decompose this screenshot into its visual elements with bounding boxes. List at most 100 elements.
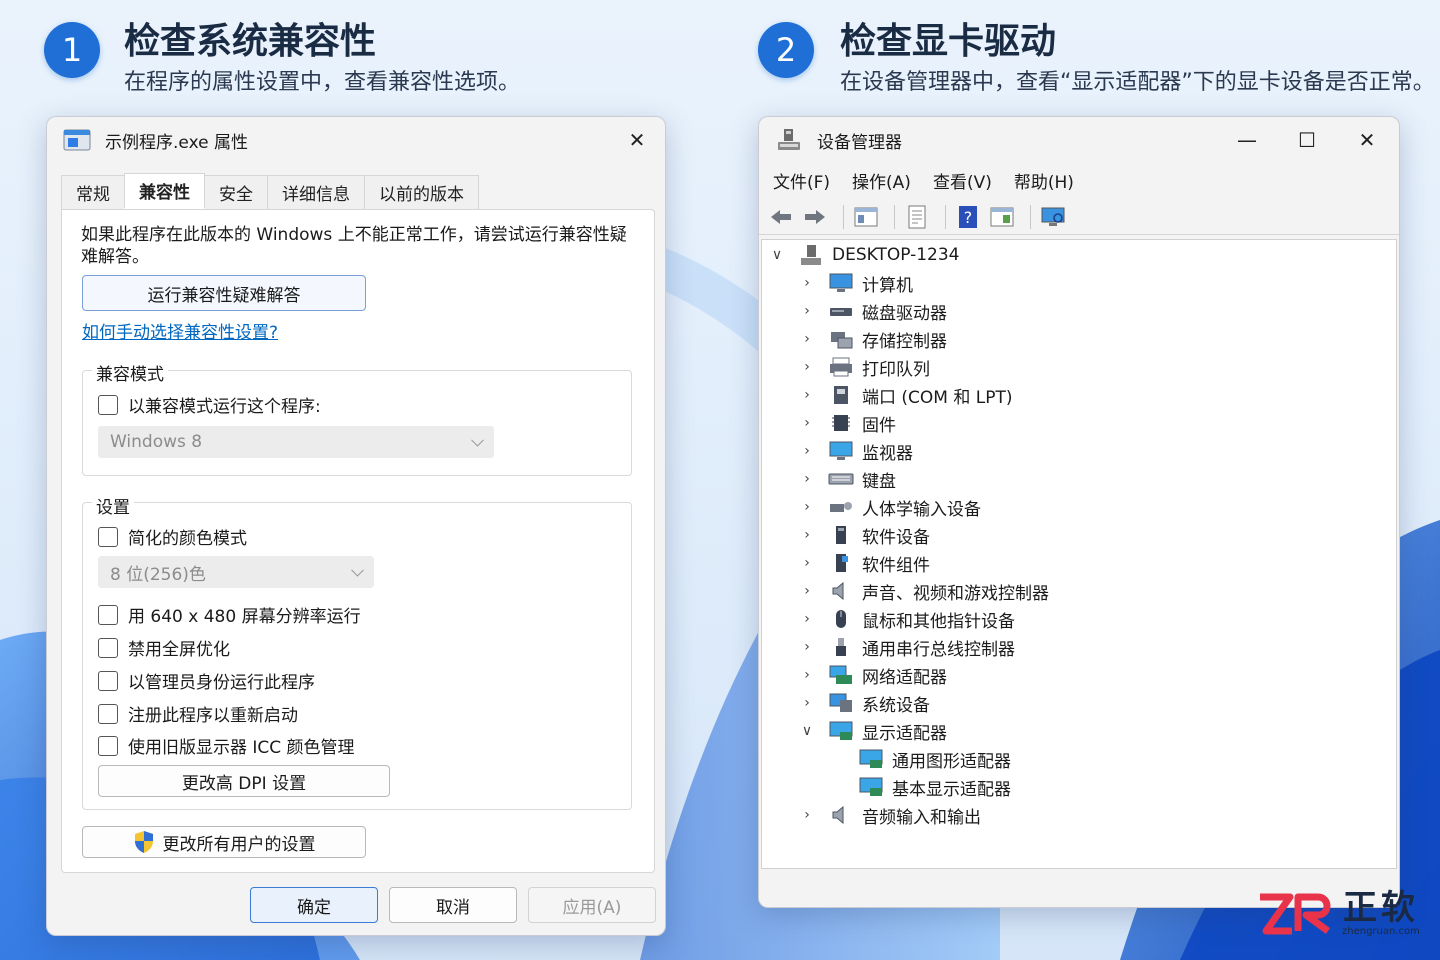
change-dpi-button[interactable]: 更改高 DPI 设置 (98, 765, 390, 797)
device-manager-window: 设备管理器 — ☐ ✕ 文件(F) 操作(A) 查看(V) 帮助(H) ? ∨ … (758, 116, 1400, 908)
compat-mode-checkbox[interactable]: 以兼容模式运行这个程序: (98, 392, 321, 417)
legacy-icc-checkbox[interactable]: 使用旧版显示器 ICC 颜色管理 (98, 733, 355, 758)
cancel-button[interactable]: 取消 (389, 887, 517, 923)
checkbox-box[interactable] (98, 394, 118, 415)
checkbox-box[interactable] (98, 637, 118, 658)
chevron-right-icon[interactable]: › (798, 443, 816, 459)
tree-category-node[interactable]: › 固件 (798, 410, 896, 436)
tree-category-node[interactable]: › 监视器 (798, 438, 913, 464)
properties-sheet-icon[interactable] (903, 204, 931, 230)
chevron-right-icon[interactable]: › (798, 807, 816, 823)
chevron-right-icon[interactable]: › (798, 471, 816, 487)
color-depth-select[interactable]: 8 位(256)色 (98, 556, 374, 588)
chevron-right-icon[interactable]: › (798, 415, 816, 431)
forward-arrow-icon[interactable] (801, 204, 829, 230)
chevron-right-icon[interactable]: › (798, 359, 816, 375)
maximize-button[interactable]: ☐ (1279, 117, 1335, 163)
help-icon[interactable]: ? (954, 204, 982, 230)
chevron-right-icon[interactable]: › (798, 331, 816, 347)
tree-category-node[interactable]: › 计算机 (798, 270, 913, 296)
print-queue-icon (828, 356, 854, 378)
run-as-admin-checkbox[interactable]: 以管理员身份运行此程序 (98, 668, 315, 693)
tree-category-node[interactable]: › 音频输入和输出 (798, 802, 981, 828)
tree-category-node[interactable]: › 端口 (COM 和 LPT) (798, 382, 1013, 408)
apply-button[interactable]: 应用(A) (528, 887, 656, 923)
chevron-right-icon[interactable]: › (798, 639, 816, 655)
chevron-right-icon[interactable]: › (798, 667, 816, 683)
ok-button[interactable]: 确定 (250, 887, 378, 923)
tab-general[interactable]: 常规 (61, 175, 125, 209)
tree-category-node[interactable]: › 软件设备 (798, 522, 930, 548)
tree-category-node[interactable]: › 存储控制器 (798, 326, 947, 352)
close-button[interactable]: ✕ (609, 117, 665, 163)
os-version-select[interactable]: Windows 8 (98, 426, 494, 458)
register-restart-checkbox[interactable]: 注册此程序以重新启动 (98, 701, 298, 726)
device-tree: ∨ DESKTOP-1234 › 计算机 › 磁盘驱动器 › 存储控制器 › 打印队列 › 端口 (C… (761, 239, 1397, 869)
tree-category-node[interactable]: › 网络适配器 (798, 662, 947, 688)
menu-file[interactable]: 文件(F) (773, 168, 830, 193)
tree-node-label: 网络适配器 (862, 667, 947, 688)
tab-compatibility[interactable]: 兼容性 (124, 173, 205, 209)
tree-category-node[interactable]: › 打印队列 (798, 354, 930, 380)
menu-action[interactable]: 操作(A) (852, 168, 911, 193)
tree-category-node[interactable]: › 磁盘驱动器 (798, 298, 947, 324)
tree-root-node[interactable]: ∨ DESKTOP-1234 (768, 242, 960, 268)
app-icon (63, 129, 91, 151)
tree-category-node[interactable]: ∨ 显示适配器 (798, 718, 947, 744)
software-device-icon (828, 524, 854, 546)
reduced-color-label: 简化的颜色模式 (128, 529, 247, 549)
reduced-color-checkbox[interactable]: 简化的颜色模式 (98, 524, 247, 549)
tree-device-node[interactable]: 通用图形适配器 (828, 746, 1011, 772)
tree-category-node[interactable]: › 键盘 (798, 466, 896, 492)
scan-hardware-icon[interactable] (1039, 204, 1067, 230)
step-1-title: 检查系统兼容性 (124, 21, 377, 62)
change-all-users-button[interactable]: 更改所有用户的设置 (82, 826, 366, 858)
menu-view[interactable]: 查看(V) (933, 168, 992, 193)
register-restart-label: 注册此程序以重新启动 (128, 706, 298, 726)
tree-node-label: 声音、视频和游戏控制器 (862, 583, 1049, 604)
tree-category-node[interactable]: › 通用串行总线控制器 (798, 634, 1015, 660)
checkbox-box[interactable] (98, 526, 118, 547)
uac-shield-icon (134, 831, 153, 853)
tab-security[interactable]: 安全 (204, 175, 268, 209)
tree-category-node[interactable]: › 声音、视频和游戏控制器 (798, 578, 1049, 604)
tab-previous-versions[interactable]: 以前的版本 (364, 175, 479, 209)
chevron-right-icon[interactable]: › (798, 303, 816, 319)
close-button[interactable]: ✕ (1339, 117, 1395, 163)
menu-help[interactable]: 帮助(H) (1014, 168, 1074, 193)
tree-node-label: 音频输入和输出 (862, 807, 981, 828)
checkbox-box[interactable] (98, 604, 118, 625)
disable-fullscreen-opt-checkbox[interactable]: 禁用全屏优化 (98, 635, 230, 660)
chevron-right-icon[interactable]: › (798, 275, 816, 291)
resolution-640-checkbox[interactable]: 用 640 x 480 屏幕分辨率运行 (98, 602, 361, 627)
action-pane-icon[interactable] (988, 204, 1016, 230)
chevron-right-icon[interactable]: › (798, 583, 816, 599)
chevron-right-icon[interactable]: › (798, 611, 816, 627)
chevron-right-icon[interactable]: › (798, 527, 816, 543)
back-arrow-icon[interactable] (767, 204, 795, 230)
checkbox-box[interactable] (98, 670, 118, 691)
checkbox-box[interactable] (98, 735, 118, 756)
step-2-number: 2 (758, 22, 814, 78)
chevron-right-icon[interactable]: › (798, 695, 816, 711)
tree-category-node[interactable]: › 软件组件 (798, 550, 930, 576)
tree-category-node[interactable]: › 鼠标和其他指针设备 (798, 606, 1015, 632)
show-hide-console-tree-icon[interactable] (852, 204, 880, 230)
chevron-right-icon[interactable]: › (798, 499, 816, 515)
checkbox-box[interactable] (98, 703, 118, 724)
tree-node-label: 系统设备 (862, 695, 930, 716)
svg-text:?: ? (964, 208, 973, 227)
run-troubleshooter-button[interactable]: 运行兼容性疑难解答 (82, 275, 366, 311)
brand-name: 正软 (1342, 888, 1419, 928)
tree-device-node[interactable]: 基本显示适配器 (828, 774, 1011, 800)
minimize-button[interactable]: — (1219, 117, 1275, 163)
chevron-down-icon[interactable]: ∨ (798, 723, 816, 739)
device-manager-icon (778, 129, 800, 150)
tab-details[interactable]: 详细信息 (267, 175, 365, 209)
chevron-right-icon[interactable]: › (798, 387, 816, 403)
manual-settings-link[interactable]: 如何手动选择兼容性设置? (82, 322, 278, 344)
tree-category-node[interactable]: › 系统设备 (798, 690, 930, 716)
tree-category-node[interactable]: › 人体学输入设备 (798, 494, 981, 520)
chevron-down-icon[interactable]: ∨ (768, 247, 786, 263)
chevron-right-icon[interactable]: › (798, 555, 816, 571)
